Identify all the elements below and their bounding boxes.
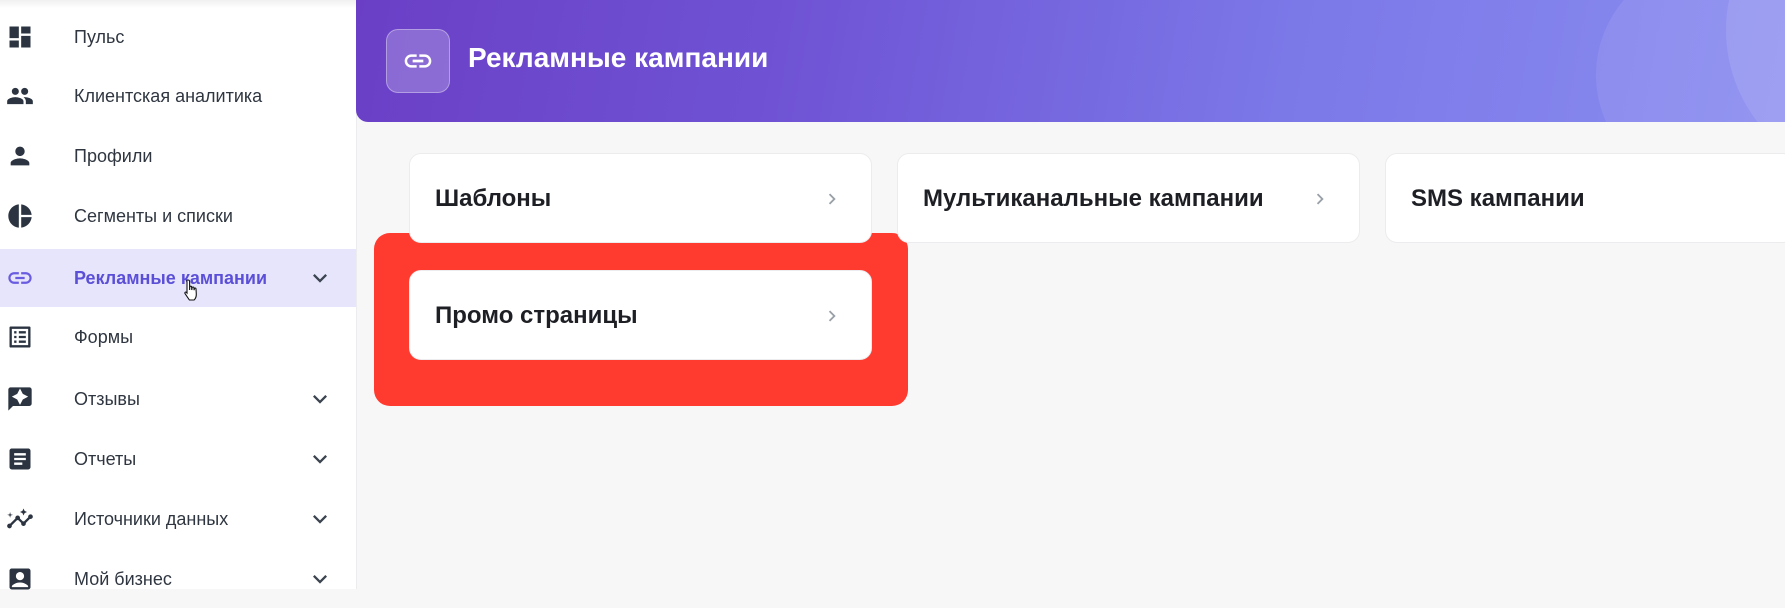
sidebar-item-customer-analytics[interactable]: Клиентская аналитика [0,67,356,125]
sidebar-item-reports[interactable]: Отчеты [0,430,356,488]
page-title: Рекламные кампании [468,42,769,73]
card-label: Шаблоны [435,185,552,212]
sidebar-item-data-sources[interactable]: Источники данных [0,490,356,548]
person-icon [5,141,35,171]
chevron-right-icon [1309,188,1331,210]
sidebar-item-label: Формы [74,326,134,347]
chevron-right-icon [821,305,843,327]
list-form-icon [5,322,35,352]
data-source-icon [5,504,35,534]
pie-chart-icon [5,201,35,231]
card-multichannel-campaigns[interactable]: Мультиканальные кампании [897,153,1360,243]
page-header: Рекламные кампании [356,0,1785,122]
hand-pointer-cursor-icon [182,278,202,304]
card-promo-pages[interactable]: Промо страницы [409,270,872,360]
sidebar-item-label: Отчеты [74,448,137,469]
chevron-down-icon[interactable] [306,505,334,533]
sidebar-item-pulse[interactable]: Пульс [0,8,356,66]
sidebar-item-label: Сегменты и списки [74,205,233,226]
review-icon [5,384,35,414]
chevron-down-icon[interactable] [306,445,334,473]
card-templates[interactable]: Шаблоны [409,153,872,243]
sidebar-item-label: Пульс [74,26,125,47]
sidebar-item-reviews[interactable]: Отзывы [0,370,356,428]
link-icon [5,263,35,293]
sidebar-item-segments[interactable]: Сегменты и списки [0,187,356,245]
sidebar-item-my-business[interactable]: Мой бизнес [0,550,356,608]
card-sms-campaigns[interactable]: SMS кампании [1385,153,1785,243]
card-label: Промо страницы [435,302,638,329]
sidebar-item-label: Профили [74,145,153,166]
chevron-down-icon[interactable] [306,264,334,292]
link-icon [386,29,450,93]
chevron-right-icon [821,188,843,210]
sidebar-item-ad-campaigns[interactable]: Рекламные кампании [0,249,356,307]
sidebar-item-profiles[interactable]: Профили [0,127,356,185]
people-icon [5,81,35,111]
report-icon [5,444,35,474]
sidebar-item-forms[interactable]: Формы [0,308,356,366]
sidebar-item-label: Отзывы [74,388,140,409]
sidebar-item-label: Мой бизнес [74,568,172,589]
card-label: Мультиканальные кампании [923,185,1264,212]
sidebar-item-label: Источники данных [74,508,229,529]
dashboard-icon [5,22,35,52]
sidebar-item-label: Клиентская аналитика [74,85,263,106]
chevron-down-icon[interactable] [306,385,334,413]
sidebar-item-label: Рекламные кампании [74,267,268,288]
business-icon [5,564,35,594]
sidebar: Пульс Клиентская аналитика Профили Сегме… [0,0,356,590]
card-label: SMS кампании [1411,185,1585,212]
